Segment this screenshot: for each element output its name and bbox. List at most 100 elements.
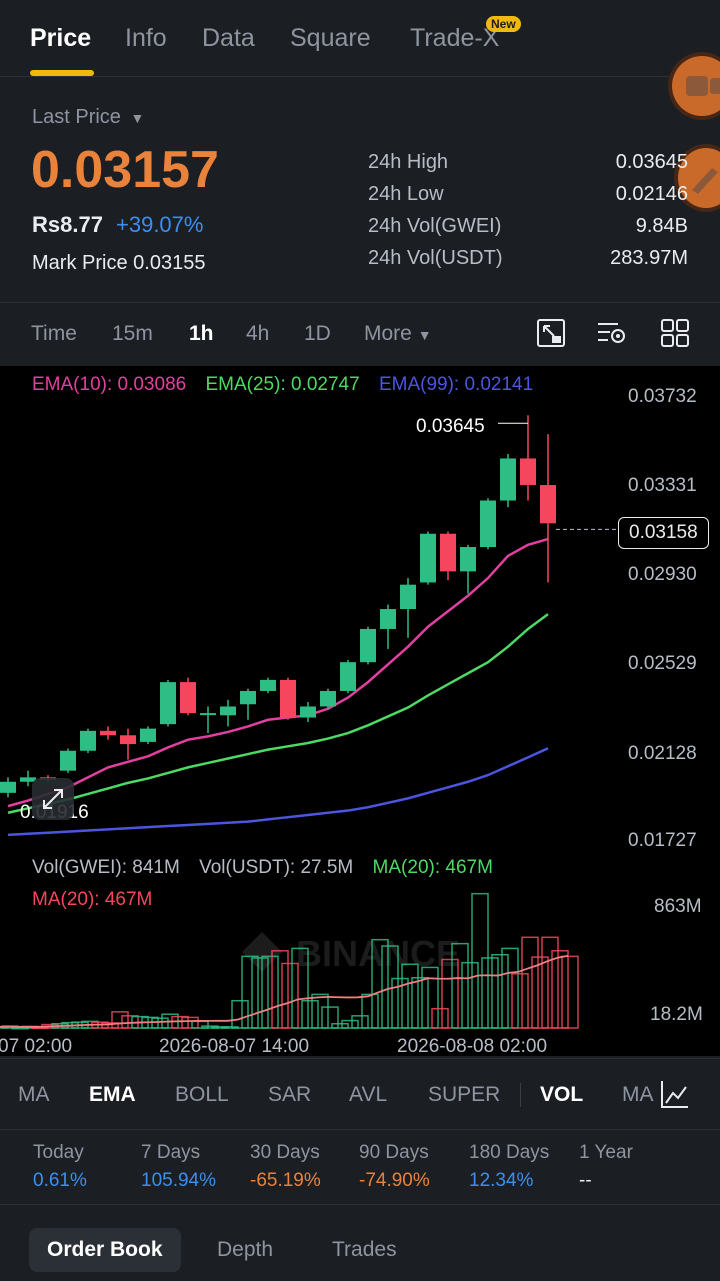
vol-usdt-label: Vol(USDT): 27.5M bbox=[199, 857, 354, 878]
indicator-sar[interactable]: SAR bbox=[268, 1083, 311, 1107]
y-tick: 0.02930 bbox=[628, 564, 697, 585]
candle bbox=[160, 679, 176, 727]
perf-value-7d: 105.94% bbox=[141, 1170, 217, 1191]
grid-layout-icon[interactable] bbox=[660, 318, 690, 348]
volume-bar bbox=[151, 1017, 169, 1029]
volume-bar bbox=[521, 936, 539, 1029]
volume-bar bbox=[361, 993, 379, 1029]
candle-body bbox=[260, 679, 276, 691]
chart-settings-icon[interactable] bbox=[658, 1079, 690, 1111]
candle-body bbox=[540, 485, 556, 524]
candle-body bbox=[380, 609, 396, 629]
fullscreen-icon[interactable] bbox=[536, 318, 566, 348]
indicator-ema[interactable]: EMA bbox=[89, 1083, 136, 1107]
candle bbox=[60, 748, 76, 773]
candle-body bbox=[460, 547, 476, 572]
candle bbox=[380, 604, 396, 649]
indicator-ma-sub[interactable]: MA bbox=[622, 1083, 656, 1107]
mark-price-value: 0.03155 bbox=[133, 252, 206, 274]
expand-chart-button[interactable] bbox=[32, 778, 74, 820]
volume-bar bbox=[191, 1020, 209, 1029]
mark-price: Mark Price 0.03155 bbox=[32, 252, 205, 275]
volume-bar bbox=[351, 1015, 369, 1029]
high-marker: 0.03645 bbox=[416, 416, 485, 437]
volume-bar bbox=[551, 950, 569, 1029]
interval-15m[interactable]: 15m bbox=[112, 322, 153, 346]
candle bbox=[440, 531, 456, 581]
volume-bar bbox=[561, 955, 579, 1029]
volume-ma-line bbox=[0, 954, 569, 1028]
last-price-value: 0.03157 bbox=[31, 141, 219, 199]
candle-body bbox=[440, 533, 456, 572]
perf-value-180d: 12.34% bbox=[469, 1170, 534, 1191]
candle bbox=[400, 578, 416, 638]
interval-more-label: More bbox=[364, 322, 412, 345]
price-change: +39.07% bbox=[116, 212, 204, 237]
new-badge: New bbox=[486, 16, 521, 32]
candle-body bbox=[0, 781, 16, 793]
volume-bar bbox=[111, 1011, 129, 1029]
candle bbox=[460, 544, 476, 594]
interval-1d[interactable]: 1D bbox=[304, 322, 331, 346]
indicator-avl[interactable]: AVL bbox=[349, 1083, 387, 1107]
video-icon bbox=[686, 76, 720, 96]
tab-order-book[interactable]: Order Book bbox=[29, 1228, 181, 1272]
video-float-button[interactable] bbox=[672, 56, 720, 116]
candle-body bbox=[480, 500, 496, 548]
indicator-ma[interactable]: MA bbox=[18, 1083, 50, 1107]
volume-bar bbox=[181, 1016, 199, 1029]
candle-body bbox=[100, 730, 116, 736]
interval-4h[interactable]: 4h bbox=[246, 322, 269, 346]
stat-label-high: 24h High bbox=[368, 151, 449, 173]
divider bbox=[0, 302, 720, 303]
tab-price[interactable]: Price bbox=[30, 24, 91, 53]
tab-square[interactable]: Square bbox=[290, 24, 371, 53]
candles bbox=[0, 415, 616, 798]
interval-more[interactable]: More ▼ bbox=[364, 322, 432, 346]
last-price-selector[interactable]: Last Price ▼ bbox=[32, 106, 144, 129]
candle-body bbox=[280, 679, 296, 718]
candle bbox=[280, 677, 296, 720]
volume-bar bbox=[301, 999, 319, 1029]
price-chart[interactable]: BINANCE EMA(10): 0.03086 EMA(25): 0.0274… bbox=[0, 366, 720, 1056]
volume-bar bbox=[421, 966, 439, 1029]
tab-trades[interactable]: Trades bbox=[332, 1238, 397, 1262]
perf-value-30d: -65.19% bbox=[250, 1170, 321, 1191]
interval-1h[interactable]: 1h bbox=[189, 322, 214, 346]
interval-time[interactable]: Time bbox=[31, 322, 77, 346]
candle bbox=[240, 688, 256, 720]
y-tick: 0.03331 bbox=[628, 475, 697, 496]
perf-label-180d: 180 Days bbox=[469, 1142, 550, 1163]
indicator-boll[interactable]: BOLL bbox=[175, 1083, 229, 1107]
ema10-label: EMA(10): 0.03086 bbox=[32, 374, 187, 395]
stat-label-low: 24h Low bbox=[368, 183, 444, 205]
candle bbox=[100, 726, 116, 740]
indicator-vol[interactable]: VOL bbox=[540, 1083, 583, 1107]
y-tick: 0.02529 bbox=[628, 653, 697, 674]
stat-value-low: 0.02146 bbox=[615, 183, 688, 205]
stat-value-vol-gwei: 9.84B bbox=[635, 215, 688, 237]
candle-body bbox=[140, 728, 156, 742]
candle bbox=[540, 434, 556, 583]
candlestick-svg[interactable]: BINANCE bbox=[0, 366, 720, 1056]
indicator-settings-icon[interactable] bbox=[596, 318, 628, 348]
x-tick: 2026-08-08 02:00 bbox=[397, 1036, 548, 1056]
candle-body bbox=[360, 628, 376, 663]
ema25-label: EMA(25): 0.02747 bbox=[205, 374, 360, 395]
tab-trade-x[interactable]: Trade-X bbox=[410, 24, 499, 53]
candle bbox=[480, 498, 496, 550]
perf-value-1y: -- bbox=[579, 1170, 592, 1191]
candle-body bbox=[60, 750, 76, 771]
tab-depth[interactable]: Depth bbox=[217, 1238, 273, 1262]
indicator-super[interactable]: SUPER bbox=[428, 1083, 500, 1107]
volume-bars bbox=[0, 892, 579, 1030]
candle-body bbox=[400, 584, 416, 610]
ema99-label: EMA(99): 0.02141 bbox=[378, 374, 534, 395]
tab-info[interactable]: Info bbox=[125, 24, 167, 53]
tab-data[interactable]: Data bbox=[202, 24, 255, 53]
candle-body bbox=[220, 706, 236, 716]
active-tab-indicator bbox=[30, 70, 94, 76]
vol-gwei-label: Vol(GWEI): 841M bbox=[32, 857, 180, 878]
candle bbox=[220, 699, 236, 727]
perf-label-90d: 90 Days bbox=[359, 1142, 429, 1163]
